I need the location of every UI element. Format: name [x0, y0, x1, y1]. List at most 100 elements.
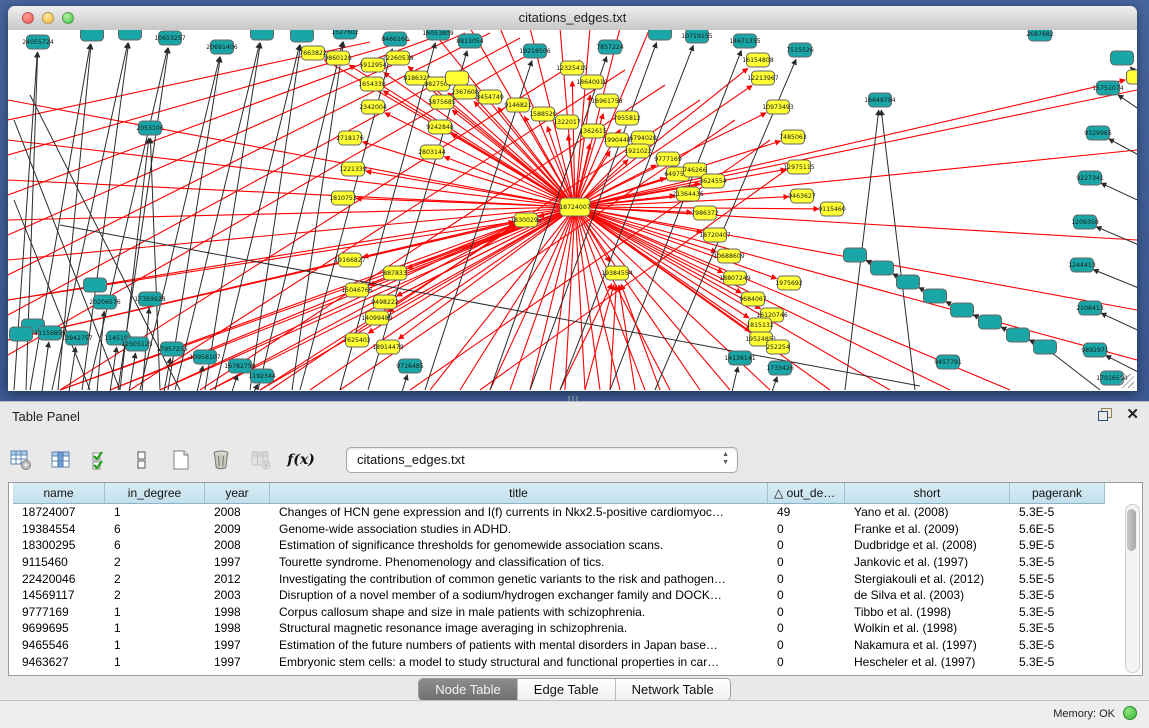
network-node[interactable]: 8813054	[456, 34, 484, 48]
network-node[interactable]	[844, 248, 867, 262]
network-node[interactable]: 9242848	[426, 120, 454, 134]
network-node[interactable]	[1127, 70, 1138, 84]
network-node[interactable]: 1221339	[339, 162, 367, 176]
network-node[interactable]	[871, 261, 894, 275]
network-node[interactable]: 22260538	[382, 51, 414, 65]
network-node[interactable]: 13942757	[61, 331, 93, 345]
close-panel-icon[interactable]: ✕	[1126, 408, 1139, 421]
column-header-pagerank[interactable]: pagerank	[1010, 483, 1105, 504]
network-node[interactable]: 8454749	[476, 90, 504, 104]
network-node[interactable]: 14099489	[361, 311, 393, 325]
network-node[interactable]: 9115460	[818, 202, 846, 216]
window-titlebar[interactable]: citations_edges.txt	[8, 6, 1137, 31]
network-node[interactable]: 12213967	[747, 71, 779, 85]
column-header-in_degree[interactable]: in_degree	[105, 483, 205, 504]
network-node[interactable]: 252254	[766, 340, 790, 354]
network-node[interactable]: 7485063	[779, 130, 807, 144]
network-node[interactable]: 887833	[383, 266, 407, 280]
network-node[interactable]: 21364436	[672, 187, 704, 201]
network-node[interactable]	[291, 30, 314, 42]
network-node[interactable]: 19218506	[519, 44, 551, 58]
network-node[interactable]: 12505125	[121, 337, 153, 351]
delete-column-icon[interactable]	[208, 447, 234, 473]
network-node[interactable]: 6794028	[629, 131, 657, 145]
network-node[interactable]	[10, 327, 33, 341]
network-node[interactable]: 1990448	[603, 133, 631, 147]
network-node[interactable]	[649, 30, 672, 40]
column-header-short[interactable]: short	[845, 483, 1010, 504]
table-row[interactable]: 977716911998Corpus callosum shape and si…	[13, 604, 1105, 621]
network-node[interactable]: 9146821	[504, 98, 532, 112]
table-row[interactable]: 1830029562008Estimation of significance …	[13, 537, 1105, 554]
table-row[interactable]: 1456911722003Disruption of a novel membe…	[13, 587, 1105, 604]
table-row[interactable]: 969969511998Structural magnetic resonanc…	[13, 620, 1105, 637]
network-node[interactable]: 19384554	[601, 266, 633, 280]
network-node[interactable]: 9716485	[396, 359, 424, 373]
network-node[interactable]: 9892971	[1081, 343, 1109, 357]
table-row[interactable]: 1938455462009Genome-wide association stu…	[13, 521, 1105, 538]
network-node[interactable]: 7986372	[691, 206, 719, 220]
network-node[interactable]: 2803144	[418, 145, 446, 159]
network-node[interactable]: 12325419	[556, 61, 588, 75]
network-node[interactable]: 1733426	[766, 361, 794, 375]
network-node[interactable]: 9463627	[788, 189, 816, 203]
network-node[interactable]: 2342004	[359, 100, 387, 114]
network-node[interactable]	[446, 71, 469, 85]
network-node[interactable]: 10719155	[681, 30, 713, 43]
network-node[interactable]: 7955812	[613, 111, 641, 125]
network-node[interactable]	[924, 289, 947, 303]
network-node[interactable]: 9498222	[371, 295, 399, 309]
network-node[interactable]: 16053809	[422, 30, 454, 40]
column-header-name[interactable]: name	[13, 483, 105, 504]
network-node[interactable]: 1921022	[624, 144, 652, 158]
network-node[interactable]: 9777169	[654, 152, 682, 166]
column-header-year[interactable]: year	[205, 483, 270, 504]
table-row[interactable]: 946362711997Embryonic stem cells: a mode…	[13, 653, 1105, 670]
network-node[interactable]: 1975692	[775, 276, 803, 290]
column-header-title[interactable]: title	[270, 483, 768, 504]
table-mode-icon[interactable]	[8, 447, 34, 473]
network-node[interactable]: 2053106	[136, 121, 164, 135]
network-node[interactable]: 16154808	[742, 53, 774, 67]
network-node[interactable]: 1527602	[331, 30, 359, 39]
network-node[interactable]: 12975115	[783, 160, 815, 174]
tab-network-table[interactable]: Network Table	[616, 679, 730, 700]
network-node[interactable]: 18300295	[510, 213, 542, 227]
network-node[interactable]	[1007, 328, 1030, 342]
tab-node-table[interactable]: Node Table	[419, 679, 518, 700]
network-node[interactable]: 1192344	[248, 369, 276, 383]
network-node[interactable]	[81, 30, 104, 41]
table-row[interactable]: 2242004622012Investigating the contribut…	[13, 570, 1105, 587]
network-node[interactable]: 15751074	[1092, 81, 1124, 95]
merge-columns-icon[interactable]	[128, 447, 154, 473]
network-node[interactable]: 1810753	[329, 191, 357, 205]
network-node[interactable]: 18724007	[559, 198, 591, 216]
network-node[interactable]: 15046766	[341, 283, 373, 297]
network-node[interactable]: 9329965	[1084, 126, 1112, 140]
network-node[interactable]: 17359928	[134, 292, 166, 306]
network-window[interactable]: citations_edges.txt 24055724106532572069…	[8, 6, 1137, 391]
network-node[interactable]: 2718176	[336, 131, 364, 145]
citation-network-graph[interactable]: 2405572410653257206914061527602846616016…	[8, 30, 1137, 391]
network-node[interactable]: 1244413	[1068, 258, 1096, 272]
network-node[interactable]: 10958107	[189, 350, 221, 364]
network-node[interactable]: 5875685	[428, 95, 456, 109]
network-node[interactable]: 9860128	[324, 51, 352, 65]
network-node[interactable]: 5912954	[359, 58, 387, 72]
table-row[interactable]: 946554611997Estimation of the future num…	[13, 637, 1105, 654]
network-node[interactable]: 18807249	[719, 271, 751, 285]
network-node[interactable]: 14671355	[729, 34, 761, 48]
network-node[interactable]: 10653257	[154, 31, 186, 45]
network-node[interactable]: 1322017	[553, 115, 581, 129]
network-node[interactable]	[251, 30, 274, 40]
new-column-icon[interactable]	[168, 447, 194, 473]
network-node[interactable]: 7515526	[786, 43, 814, 57]
network-node[interactable]: 9684067	[739, 292, 767, 306]
network-node[interactable]: 19166827	[334, 253, 366, 267]
network-node[interactable]: 24055724	[22, 35, 54, 49]
network-node[interactable]	[979, 315, 1002, 329]
network-node[interactable]: 1209358	[1071, 215, 1099, 229]
network-node[interactable]: 1654338	[358, 77, 386, 91]
show-columns-icon[interactable]	[48, 447, 74, 473]
network-node[interactable]: 8466160	[381, 32, 409, 46]
